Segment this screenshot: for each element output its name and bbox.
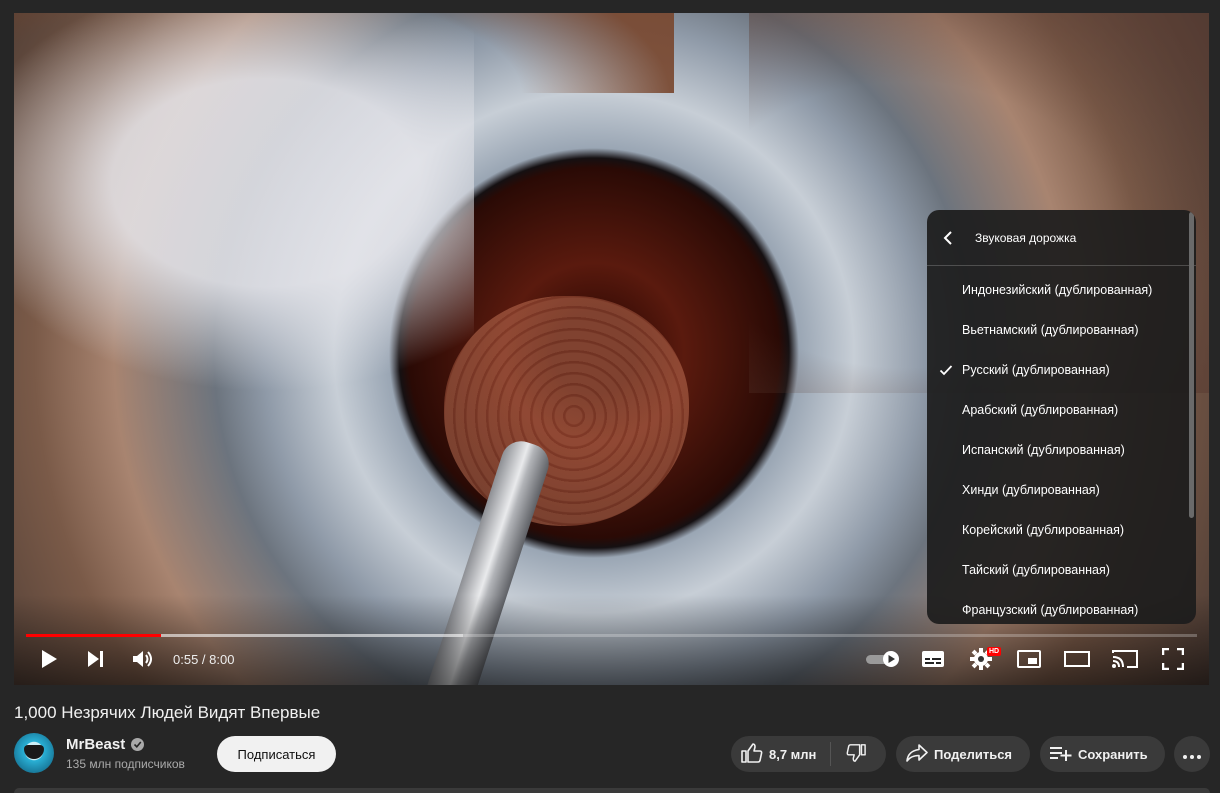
audio-track-menu-title: Звуковая дорожка [975, 230, 1077, 245]
audio-track-item[interactable]: Русский (дублированная) [927, 350, 1196, 390]
share-label: Поделиться [934, 746, 1013, 762]
channel-name: MrBeast [66, 736, 126, 753]
subscribe-button[interactable]: Подписаться [217, 736, 336, 772]
like-button[interactable]: 8,7 млн [731, 736, 816, 772]
channel-name-link[interactable]: MrBeast [66, 736, 145, 753]
audio-track-item[interactable]: Французский (дублированная) [927, 590, 1196, 624]
volume-button[interactable] [128, 645, 158, 677]
video-frame-lens [444, 296, 689, 526]
fullscreen-button[interactable] [1158, 645, 1188, 677]
share-arrow-icon [906, 743, 928, 765]
more-horizontal-icon [1183, 747, 1201, 762]
cast-icon [1112, 649, 1138, 674]
subtitles-icon [921, 650, 945, 673]
audio-track-label: Испанский (дублированная) [962, 443, 1125, 457]
subscriber-count: 135 млн подписчиков [66, 757, 185, 771]
audio-track-label: Тайский (дублированная) [962, 563, 1110, 577]
theater-mode-button[interactable] [1062, 645, 1092, 677]
audio-track-item[interactable]: Корейский (дублированная) [927, 510, 1196, 550]
progress-played [26, 634, 161, 637]
next-icon [87, 650, 105, 673]
more-actions-button[interactable] [1174, 736, 1210, 772]
next-button[interactable] [82, 645, 110, 677]
miniplayer-icon [1017, 649, 1041, 673]
like-count: 8,7 млн [769, 746, 817, 762]
avatar-face [24, 745, 44, 759]
progress-bar[interactable] [26, 634, 1197, 637]
autoplay-toggle-icon [865, 650, 901, 673]
dislike-button[interactable] [831, 736, 881, 772]
audio-track-list: Индонезийский (дублированная) Вьетнамский… [927, 266, 1196, 624]
audio-track-label: Индонезийский (дублированная) [962, 283, 1153, 297]
share-button[interactable]: Поделиться [896, 736, 1030, 772]
audio-track-item[interactable]: Арабский (дублированная) [927, 390, 1196, 430]
video-frame-lid [14, 13, 674, 93]
save-label: Сохранить [1078, 746, 1148, 762]
audio-track-menu-header[interactable]: Звуковая дорожка [927, 210, 1196, 266]
like-dislike-group: 8,7 млн [731, 736, 886, 772]
audio-track-menu: Звуковая дорожка Индонезийский (дублиров… [927, 210, 1196, 624]
playlist-add-icon [1050, 745, 1072, 764]
thumbs-up-icon [741, 742, 763, 766]
checkmark-icon [939, 363, 953, 377]
autoplay-toggle[interactable] [863, 645, 903, 677]
avatar[interactable] [14, 733, 54, 773]
audio-track-label: Хинди (дублированная) [962, 483, 1100, 497]
subtitles-button[interactable] [918, 645, 948, 677]
audio-track-item[interactable]: Тайский (дублированная) [927, 550, 1196, 590]
audio-track-label: Корейский (дублированная) [962, 523, 1125, 537]
verified-icon [131, 738, 145, 751]
play-icon [40, 649, 58, 674]
back-chevron-icon[interactable] [943, 230, 961, 245]
audio-track-item[interactable]: Вьетнамский (дублированная) [927, 310, 1196, 350]
play-button[interactable] [34, 645, 64, 677]
fullscreen-icon [1161, 647, 1185, 675]
theater-mode-icon [1064, 650, 1090, 672]
audio-track-label: Арабский (дублированная) [962, 403, 1119, 417]
volume-icon [132, 649, 154, 674]
audio-track-label: Французский (дублированная) [962, 603, 1139, 617]
miniplayer-button[interactable] [1014, 645, 1044, 677]
thumbs-down-icon [846, 743, 867, 766]
youtube-watch-page: 0:55 / 8:00 HD Звуковая дорожка Индонези… [0, 0, 1220, 793]
time-display: 0:55 / 8:00 [173, 652, 235, 667]
audio-track-item[interactable]: Испанский (дублированная) [927, 430, 1196, 470]
video-title: 1,000 Незрячих Людей Видят Впервые [14, 703, 321, 722]
save-button[interactable]: Сохранить [1040, 736, 1165, 772]
audio-track-item[interactable]: Индонезийский (дублированная) [927, 270, 1196, 310]
hd-badge: HD [987, 647, 1002, 656]
audio-track-label: Русский (дублированная) [962, 363, 1110, 377]
cast-button[interactable] [1110, 645, 1140, 677]
description-box-edge [14, 788, 1210, 793]
audio-track-label: Вьетнамский (дублированная) [962, 323, 1139, 337]
audio-track-item[interactable]: Хинди (дублированная) [927, 470, 1196, 510]
